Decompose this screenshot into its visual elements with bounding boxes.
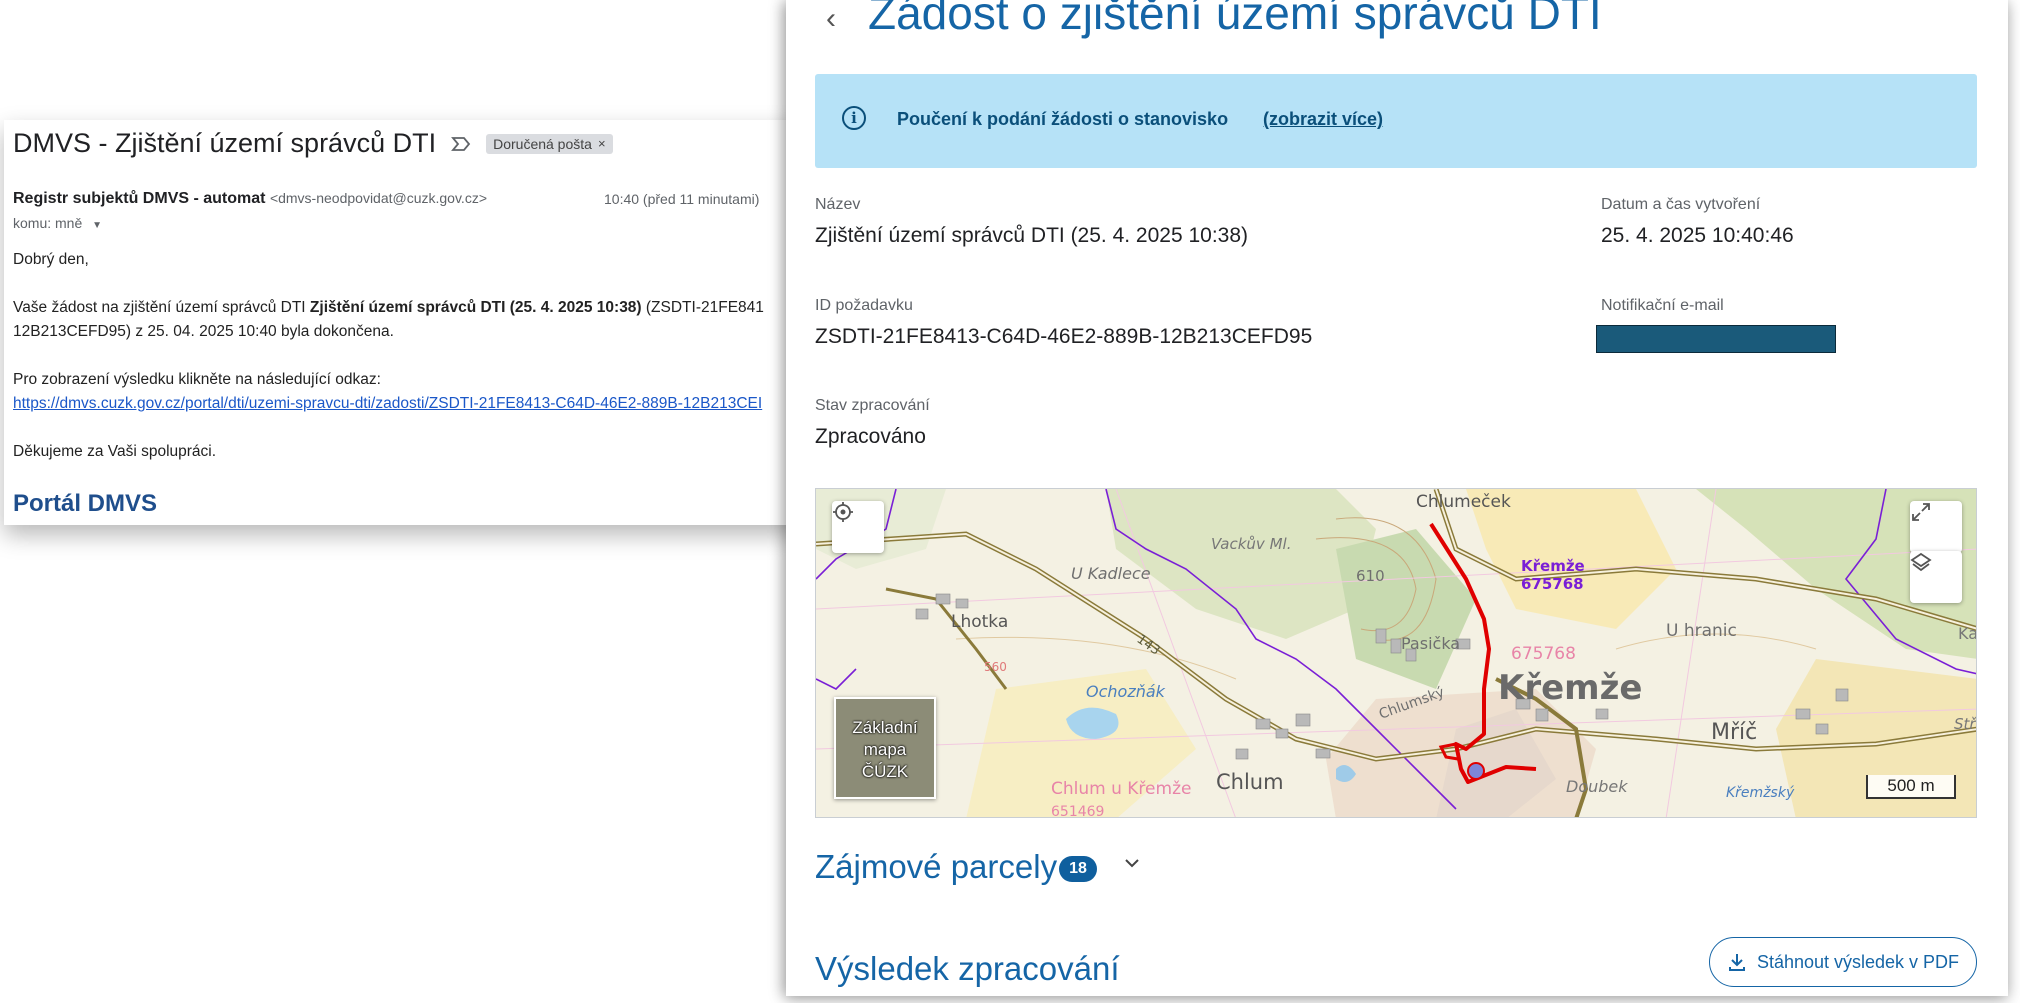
map-label-675768: 675768 <box>1511 644 1576 664</box>
parcels-count-badge: 18 <box>1059 856 1097 882</box>
email-recipient-toggle[interactable]: komu: mně ▼ <box>13 215 102 231</box>
remove-label-icon[interactable]: × <box>598 136 606 151</box>
map-cadastre-name: Křemže <box>1521 557 1585 575</box>
map-label-u-hranic: U hranic <box>1666 621 1737 641</box>
name-label: Název <box>815 196 861 213</box>
importance-marker-icon[interactable] <box>450 133 472 155</box>
map-label-651469: 651469 <box>1051 804 1104 818</box>
map-label-560: 560 <box>984 660 1007 674</box>
layers-button[interactable] <box>1910 551 1962 603</box>
email-line1-bold: Zjištění území správců DTI (25. 4. 2025 … <box>309 299 642 316</box>
layers-icon <box>1910 552 1932 572</box>
download-pdf-label: Stáhnout výsledek v PDF <box>1756 951 1960 972</box>
email-subject-row: DMVS - Zjištění území správců DTI Doruče… <box>13 128 613 159</box>
inbox-label-text: Doručená pošta <box>493 135 592 152</box>
chevron-down-icon: ▼ <box>92 220 103 231</box>
map-label-kremzsky: Křemžský <box>1726 785 1795 801</box>
status-label: Stav zpracování <box>815 397 930 414</box>
chevron-left-icon: ‹ <box>826 2 836 35</box>
download-icon <box>1728 954 1745 971</box>
email-line2: 12B213CEFD95) z 25. 04. 2025 10:40 byla … <box>13 323 394 340</box>
map-label-lhotka: Lhotka <box>951 612 1008 632</box>
map-label-doubek: Doubek <box>1566 777 1628 796</box>
info-banner: i Poučení k podání žádosti o stanovisko … <box>815 74 1977 168</box>
created-value: 25. 4. 2025 10:40:46 <box>1601 224 1794 247</box>
back-button[interactable]: ‹ <box>826 2 836 36</box>
request-id-value: ZSDTI-21FE8413-C64D-46E2-889B-12B213CEFD… <box>815 325 1313 348</box>
info-icon: i <box>842 106 866 130</box>
notification-email-label: Notifikační e-mail <box>1601 297 1724 314</box>
map-label-u-kadlece: U Kadlece <box>1071 564 1151 583</box>
request-id-label: ID požadavku <box>815 297 913 314</box>
sender-name: Registr subjektů DMVS - automat <box>13 190 266 207</box>
map-label-ka: Ka <box>1958 624 1977 643</box>
request-detail-panel: ‹ Žádost o zjištění území správců DTI i … <box>786 0 2008 996</box>
map-cadastre-code: 675768 <box>1521 575 1584 593</box>
page-title: Žádost o zjištění území správců DTI <box>868 0 1602 39</box>
show-more-link[interactable]: (zobrazit více) <box>1263 109 1383 130</box>
expand-parcels-button[interactable] <box>1122 853 1142 879</box>
basemap-switcher[interactable]: Základní mapa ČÚZK <box>834 697 936 799</box>
locate-icon <box>833 502 853 522</box>
map-canvas: Chlumeček Vackův Ml. U Kadlece 610 Lhotk… <box>816 489 1977 818</box>
email-sender: Registr subjektů DMVS - automat <dmvs-ne… <box>13 190 487 208</box>
email-recipient: komu: mně <box>13 215 83 231</box>
email-greeting: Dobrý den, <box>13 251 89 268</box>
download-pdf-button[interactable]: Stáhnout výsledek v PDF <box>1709 937 1977 987</box>
map-label-mric: Mříč <box>1711 720 1757 745</box>
map-label-kremze: Křemže <box>1498 668 1642 708</box>
chevron-down-icon <box>1125 859 1139 868</box>
email-thanks: Děkujeme za Vaši spolupráci. <box>13 443 217 460</box>
area-map[interactable]: Chlumeček Vackův Ml. U Kadlece 610 Lhotk… <box>815 488 1977 818</box>
result-link[interactable]: https://dmvs.cuzk.gov.cz/portal/dti/uzem… <box>13 395 762 412</box>
map-label-chlum-u-kremze: Chlum u Křemže <box>1051 779 1191 799</box>
email-line1-prefix: Vaše žádost na zjištění území správců DT… <box>13 299 310 316</box>
email-time: 10:40 (před 11 minutami) <box>604 191 760 207</box>
name-value: Zjištění území správců DTI (25. 4. 2025 … <box>815 224 1249 247</box>
map-label-chlum: Chlum <box>1216 770 1284 794</box>
email-subject: DMVS - Zjištění území správců DTI <box>13 128 437 158</box>
email-link-paragraph: Pro zobrazení výsledku klikněte na násle… <box>13 368 764 416</box>
status-value: Zpracováno <box>815 425 926 448</box>
map-label-str: Stř <box>1954 715 1977 733</box>
sender-email: <dmvs-neodpovidat@cuzk.gov.cz> <box>269 190 487 206</box>
redacted-email-value <box>1596 325 1836 353</box>
map-label-vackuv: Vackův Ml. <box>1211 535 1291 553</box>
map-label-pasicka: Pasička <box>1401 634 1460 653</box>
email-paragraph: Vaše žádost na zjištění území správců DT… <box>13 296 764 344</box>
fullscreen-button[interactable] <box>1910 501 1962 553</box>
result-section-title: Výsledek zpracování <box>815 950 1120 987</box>
parcels-section-title[interactable]: Zájmové parcely <box>815 848 1057 886</box>
map-label-chlumecek: Chlumeček <box>1416 492 1511 512</box>
created-label: Datum a čas vytvoření <box>1601 196 1761 213</box>
email-message-panel: DMVS - Zjištění území správců DTI Doruče… <box>4 120 814 525</box>
expand-icon <box>1912 503 1930 521</box>
map-label-610: 610 <box>1356 567 1385 585</box>
email-link-intro: Pro zobrazení výsledku klikněte na násle… <box>13 371 381 388</box>
email-body: Dobrý den, Vaše žádost na zjištění území… <box>13 248 764 488</box>
email-line1-suffix: (ZSDTI-21FE841 <box>641 299 764 316</box>
info-banner-text: Poučení k podání žádosti o stanovisko <box>897 109 1229 129</box>
locate-button[interactable] <box>832 501 884 553</box>
map-label-ochoznak: Ochozňák <box>1086 682 1166 701</box>
email-signature: Portál DMVS <box>13 490 158 517</box>
inbox-label-chip[interactable]: Doručená pošta × <box>486 133 613 154</box>
map-scale: 500 m <box>1866 775 1956 799</box>
